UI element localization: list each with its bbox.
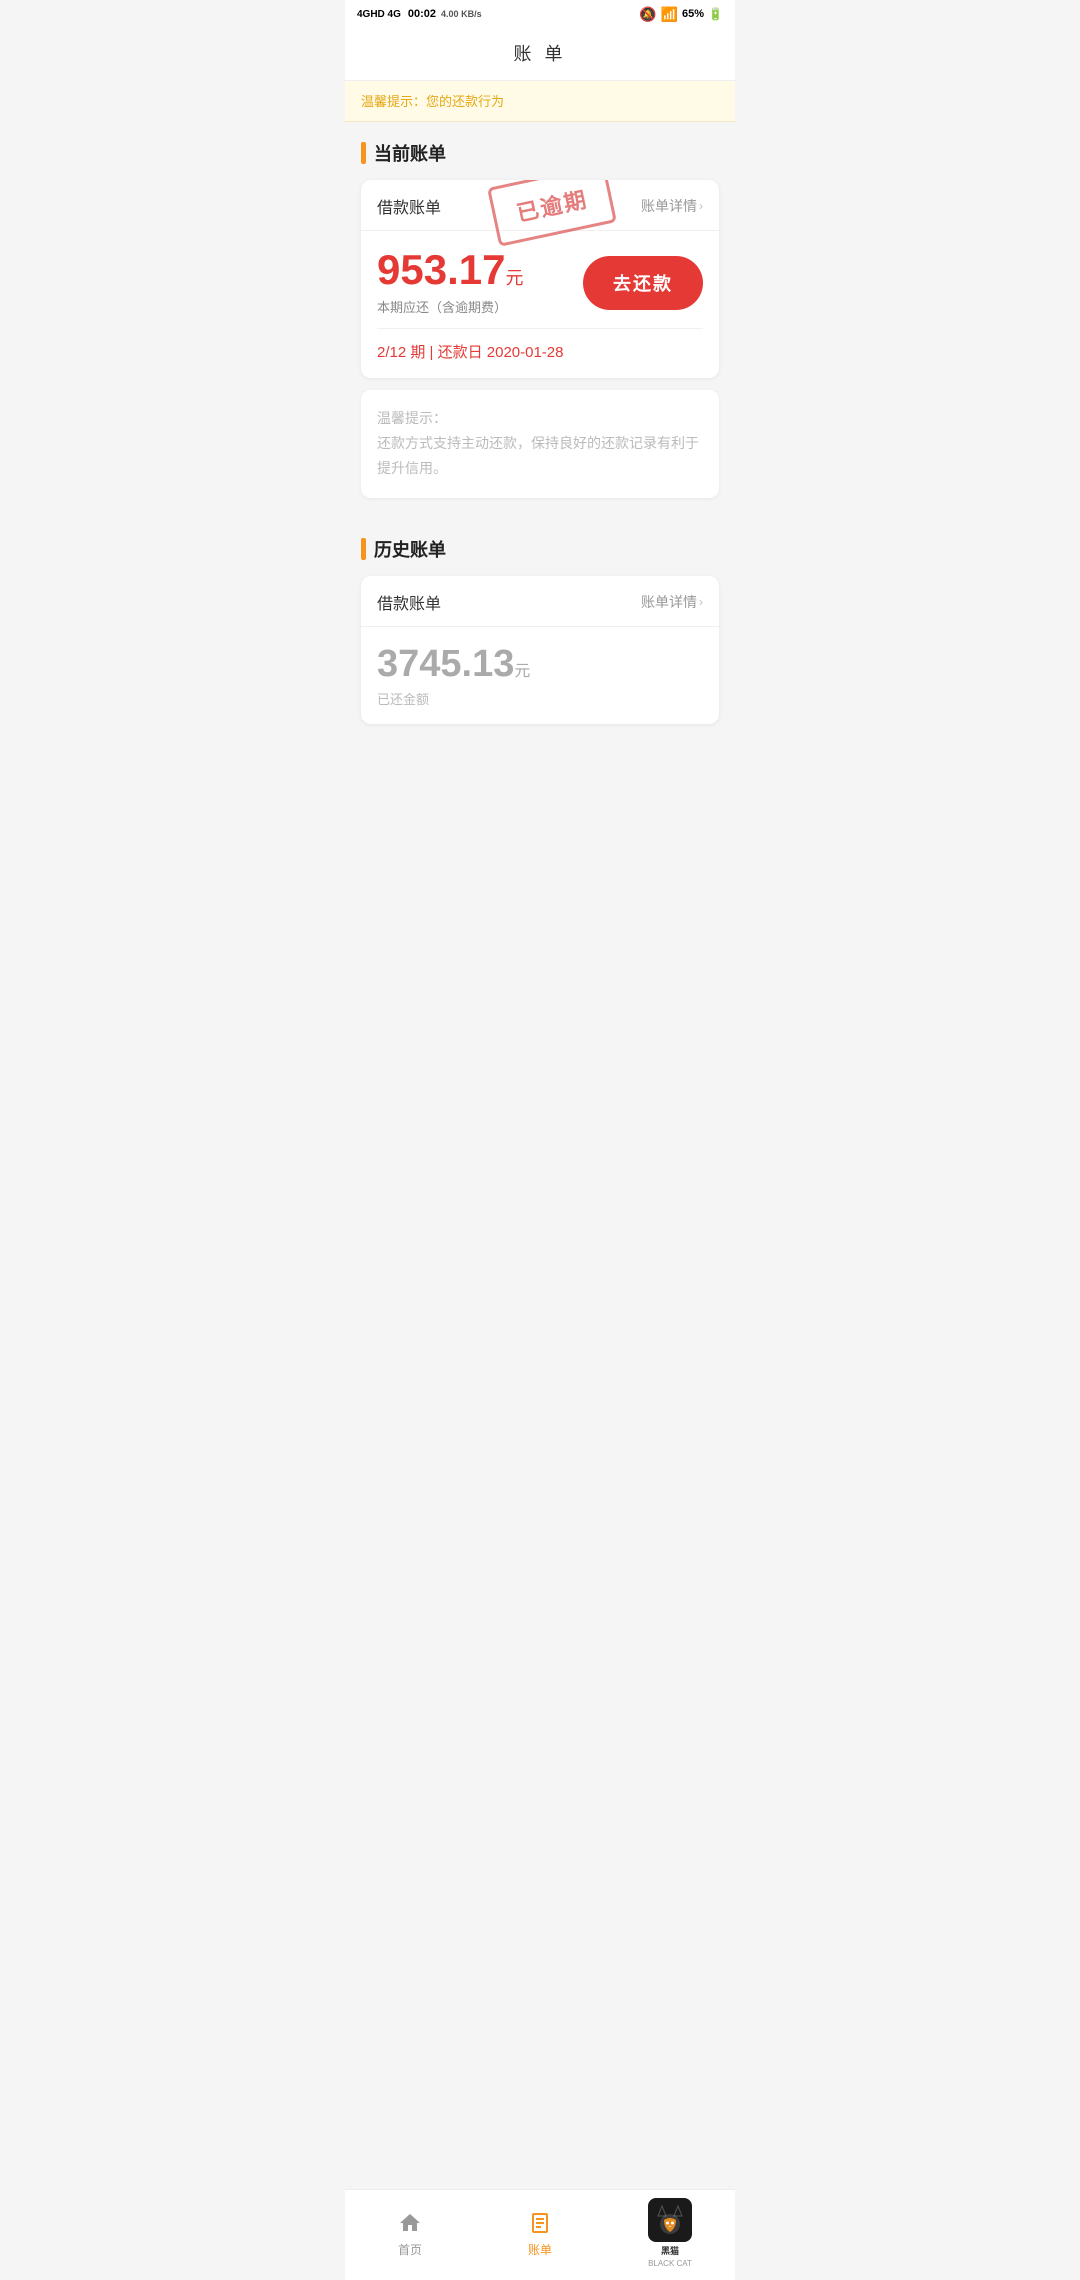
bill-icon	[526, 2209, 554, 2237]
blackcat-label: 黑猫	[661, 2244, 679, 2257]
bill-label: 账单	[528, 2241, 552, 2258]
card-detail-link-current[interactable]: 账单详情 ›	[641, 196, 703, 216]
period-info: 2/12 期 | 还款日 2020-01-28	[377, 341, 703, 362]
current-bill-card: 借款账单 已逾期 账单详情 › 953.17元 本期应还（含逾期费）	[361, 180, 719, 378]
history-bill-card: 借款账单 账单详情 › 3745.13元 已还金额	[361, 576, 719, 724]
amount-display: 953.17元	[377, 249, 523, 291]
battery-icon: 🔋	[708, 7, 723, 21]
amount-unit: 元	[505, 268, 523, 288]
page-header: 账 单	[345, 28, 735, 81]
current-bill-section: 当前账单 借款账单 已逾期 账单详情 › 953.17元	[345, 122, 735, 518]
history-bill-section: 历史账单 借款账单 账单详情 › 3745.13元 已还金额	[345, 518, 735, 744]
time-text: 00:02	[408, 8, 436, 20]
section-title-row-current: 当前账单	[361, 140, 719, 166]
chevron-icon-current: ›	[699, 199, 703, 213]
tip-card: 温馨提示： 还款方式支持主动还款，保持良好的还款记录有利于 提升信用。	[361, 390, 719, 498]
pay-button[interactable]: 去还款	[583, 256, 703, 310]
amount-label: 本期应还（含逾期费）	[377, 297, 523, 316]
history-amount-label: 已还金额	[377, 689, 703, 708]
speed-text: 4.00 KB/s	[441, 9, 482, 19]
carrier-text: 4GHD 4G	[357, 9, 401, 20]
section-title-row-history: 历史账单	[361, 536, 719, 562]
chevron-icon-history: ›	[699, 595, 703, 609]
status-bar: 4GHD 4G 00:02 4.00 KB/s 🔕 📶 65% 🔋	[345, 0, 735, 28]
card-detail-link-history[interactable]: 账单详情 ›	[641, 592, 703, 612]
home-label: 首页	[398, 2241, 422, 2258]
history-amount-value: 3745.13	[377, 643, 514, 685]
page-title: 账 单	[513, 44, 566, 64]
history-amount-unit: 元	[514, 663, 530, 680]
blackcat-logo	[648, 2198, 692, 2242]
card-body-history: 3745.13元 已还金额	[361, 627, 719, 724]
battery-text: 65%	[682, 8, 704, 20]
history-amount-display: 3745.13元	[377, 645, 703, 683]
wifi-icon: 📶	[661, 6, 678, 23]
status-left: 4GHD 4G 00:02 4.00 KB/s	[357, 8, 482, 20]
card-header-history: 借款账单 账单详情 ›	[361, 576, 719, 627]
card-body-current: 953.17元 本期应还（含逾期费） 去还款 2/12 期 | 还款日 2020…	[361, 231, 719, 378]
nav-item-blackcat[interactable]: 黑猫 BLACK CAT	[605, 2198, 735, 2268]
home-icon	[396, 2209, 424, 2237]
section-indicator-history	[361, 538, 366, 560]
notice-text: 温馨提示：您的还款行为	[361, 94, 504, 109]
section-title-history: 历史账单	[374, 536, 446, 562]
amount-row: 953.17元 本期应还（含逾期费） 去还款	[377, 249, 703, 316]
bottom-nav: 首页 账单	[345, 2189, 735, 2280]
section-indicator-current	[361, 142, 366, 164]
status-right: 🔕 📶 65% 🔋	[639, 6, 723, 23]
amount-value: 953.17	[377, 246, 505, 293]
tip-card-text: 温馨提示： 还款方式支持主动还款，保持良好的还款记录有利于 提升信用。	[377, 406, 703, 482]
card-title-history: 借款账单	[377, 590, 441, 614]
section-title-current: 当前账单	[374, 140, 446, 166]
card-header-current: 借款账单 已逾期 账单详情 ›	[361, 180, 719, 231]
content-area: 当前账单 借款账单 已逾期 账单详情 › 953.17元	[345, 122, 735, 824]
notice-banner: 温馨提示：您的还款行为	[345, 81, 735, 122]
nav-item-home[interactable]: 首页	[345, 2209, 475, 2258]
amount-block: 953.17元 本期应还（含逾期费）	[377, 249, 523, 316]
blackcat-sublabel: BLACK CAT	[648, 2259, 692, 2268]
bell-icon: 🔕	[639, 6, 656, 23]
divider	[377, 328, 703, 329]
nav-item-bill[interactable]: 账单	[475, 2209, 605, 2258]
card-title-current: 借款账单	[377, 194, 441, 218]
